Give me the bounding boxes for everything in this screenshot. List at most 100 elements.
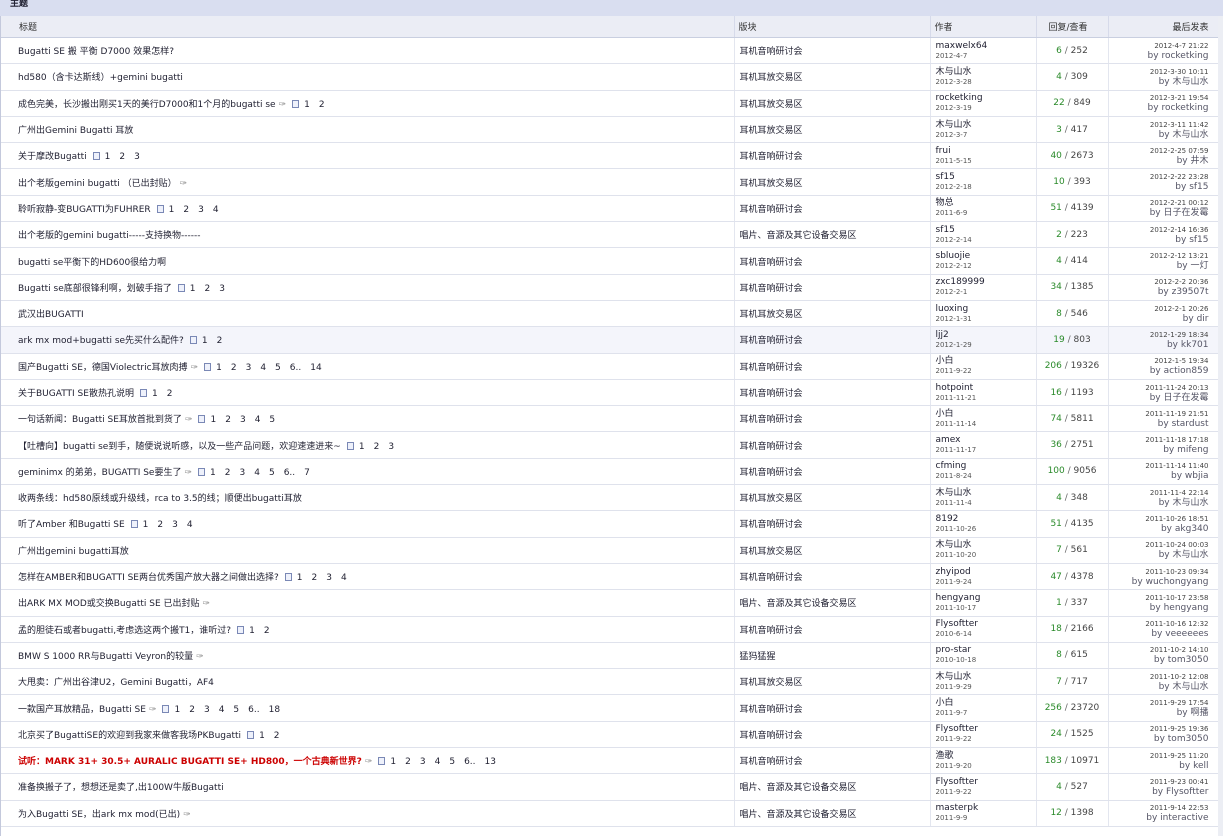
page-link[interactable]: 13: [485, 757, 496, 767]
board-link[interactable]: 耳机音响研讨会: [740, 468, 803, 478]
author-link[interactable]: luoxing: [936, 304, 1036, 314]
page-link[interactable]: 1: [210, 468, 216, 478]
page-link[interactable]: 6..: [284, 468, 295, 478]
board-link[interactable]: 耳机耳放交易区: [740, 179, 803, 189]
page-link[interactable]: 5: [275, 363, 281, 373]
thread-title-link[interactable]: hd580（含卡达斯线）+gemini bugatti: [18, 73, 183, 83]
board-link[interactable]: 耳机音响研讨会: [740, 705, 803, 715]
author-link[interactable]: zhyipod: [936, 567, 1036, 577]
last-poster-link[interactable]: sf15: [1189, 182, 1208, 192]
page-link[interactable]: 2: [264, 626, 270, 636]
thread-title-link[interactable]: 关于BUGATTI SE散热孔说明: [18, 389, 134, 399]
last-post-date[interactable]: 2011-9-14 22:53: [1109, 803, 1209, 813]
page-link[interactable]: 1: [249, 626, 255, 636]
author-link[interactable]: 木与山水: [936, 120, 1036, 130]
page-link[interactable]: 1: [202, 336, 208, 346]
page-link[interactable]: 2: [157, 520, 163, 530]
board-link[interactable]: 耳机耳放交易区: [740, 100, 803, 110]
page-link[interactable]: 3: [198, 205, 204, 215]
author-link[interactable]: sf15: [936, 172, 1036, 182]
last-post-date[interactable]: 2011-11-4 22:14: [1109, 488, 1209, 498]
page-link[interactable]: 2: [189, 705, 195, 715]
page-link[interactable]: 3: [240, 415, 246, 425]
last-poster-link[interactable]: kk701: [1181, 340, 1209, 350]
page-link[interactable]: 1: [169, 205, 175, 215]
page-link[interactable]: 4: [187, 520, 193, 530]
board-link[interactable]: 耳机音响研讨会: [740, 731, 803, 741]
board-link[interactable]: 耳机耳放交易区: [740, 310, 803, 320]
column-header-board[interactable]: 版块: [734, 16, 931, 38]
page-link[interactable]: 5: [269, 468, 275, 478]
last-post-date[interactable]: 2012-4-7 21:22: [1109, 41, 1208, 51]
last-post-date[interactable]: 2011-10-26 18:51: [1109, 514, 1208, 524]
author-link[interactable]: 小白: [936, 698, 1036, 708]
thread-title-link[interactable]: 武汉出BUGATTI: [18, 310, 84, 320]
last-post-date[interactable]: 2011-10-2 12:08: [1109, 672, 1209, 682]
thread-title-link[interactable]: ark mx mod+bugatti se先买什么配件?: [18, 336, 184, 346]
board-link[interactable]: 耳机音响研讨会: [740, 520, 803, 530]
author-link[interactable]: masterpk: [936, 803, 1036, 813]
column-header-replies[interactable]: 回复/查看: [1036, 16, 1109, 38]
last-post-date[interactable]: 2012-1-29 18:34: [1109, 330, 1209, 340]
page-link[interactable]: 5: [269, 415, 275, 425]
page-link[interactable]: 3: [219, 284, 225, 294]
last-post-date[interactable]: 2012-2-22 23:28: [1109, 172, 1209, 182]
last-poster-link[interactable]: 木与山水: [1172, 550, 1208, 560]
author-link[interactable]: hotpoint: [936, 383, 1036, 393]
last-post-date[interactable]: 2011-9-25 11:20: [1109, 751, 1209, 761]
author-link[interactable]: 木与山水: [936, 67, 1036, 77]
column-header-title[interactable]: 标题: [1, 16, 735, 38]
thread-title-link[interactable]: 成色完美，长沙搬出刚买1天的美行D7000和1个月的bugatti se: [18, 100, 276, 110]
last-post-date[interactable]: 2011-9-25 19:36: [1109, 724, 1209, 734]
page-link[interactable]: 4: [254, 468, 260, 478]
last-poster-link[interactable]: 一灯: [1190, 261, 1208, 271]
page-link[interactable]: 1: [359, 442, 365, 452]
page-link[interactable]: 3: [134, 152, 140, 162]
page-link[interactable]: 2: [405, 757, 411, 767]
page-link[interactable]: 2: [274, 731, 280, 741]
page-link[interactable]: 2: [225, 415, 231, 425]
page-link[interactable]: 1: [152, 389, 158, 399]
last-poster-link[interactable]: 井木: [1190, 156, 1208, 166]
last-poster-link[interactable]: 啊播: [1190, 708, 1208, 718]
last-poster-link[interactable]: kell: [1193, 761, 1208, 771]
thread-title-link[interactable]: 收两条线：hd580原线或升级线，rca to 3.5的线；顺便出bugatti…: [18, 494, 302, 504]
last-poster-link[interactable]: veeeeees: [1165, 629, 1208, 639]
page-link[interactable]: 2: [312, 573, 318, 583]
last-poster-link[interactable]: sf15: [1189, 235, 1208, 245]
thread-title-link[interactable]: 关于摩改Bugatti: [18, 152, 87, 162]
page-link[interactable]: 4: [260, 363, 266, 373]
last-poster-link[interactable]: 木与山水: [1172, 498, 1208, 508]
board-link[interactable]: 耳机音响研讨会: [740, 152, 803, 162]
thread-title-link[interactable]: 一款国产耳放精品，Bugatti SE: [18, 705, 146, 715]
last-post-date[interactable]: 2012-2-12 13:21: [1109, 251, 1209, 261]
author-link[interactable]: 小白: [936, 409, 1036, 419]
page-link[interactable]: 3: [246, 363, 252, 373]
last-post-date[interactable]: 2011-11-19 21:51: [1109, 409, 1208, 419]
page-link[interactable]: 6..: [290, 363, 301, 373]
page-link[interactable]: 18: [269, 705, 280, 715]
thread-title-link[interactable]: 怎样在AMBER和BUGATTI SE两台优秀国产放大器之间做出选择?: [18, 573, 279, 583]
page-link[interactable]: 4: [341, 573, 347, 583]
last-poster-link[interactable]: akg340: [1175, 524, 1209, 534]
board-link[interactable]: 耳机耳放交易区: [740, 547, 803, 557]
board-link[interactable]: 耳机耳放交易区: [740, 494, 803, 504]
author-link[interactable]: sbluojie: [936, 251, 1036, 261]
thread-title-link[interactable]: bugatti se平衡下的HD600很给力啊: [18, 258, 166, 268]
board-link[interactable]: 唱片、音源及其它设备交易区: [740, 783, 857, 793]
last-post-date[interactable]: 2011-11-24 20:13: [1109, 383, 1208, 393]
board-link[interactable]: 耳机耳放交易区: [740, 73, 803, 83]
thread-title-link[interactable]: 听了Amber 和Bugatti SE: [18, 520, 125, 530]
board-link[interactable]: 耳机耳放交易区: [740, 126, 803, 136]
thread-title-link[interactable]: Bugatti se底部很锋利啊，划破手指了: [18, 284, 172, 294]
page-link[interactable]: 2: [205, 284, 211, 294]
author-link[interactable]: 渔歌: [936, 751, 1036, 761]
author-link[interactable]: pro-star: [936, 645, 1036, 655]
page-link[interactable]: 2: [167, 389, 173, 399]
thread-title-link[interactable]: 出个老版gemini bugatti （已出封贴）: [18, 179, 177, 189]
board-link[interactable]: 猛犸猛猩: [740, 652, 776, 662]
board-link[interactable]: 耳机音响研讨会: [740, 47, 803, 57]
last-post-date[interactable]: 2012-1-5 19:34: [1109, 356, 1208, 366]
page-link[interactable]: 1: [297, 573, 303, 583]
thread-title-link[interactable]: 孟的胆徒石或者bugatti,考虑选这两个搬T1，谁听过?: [18, 626, 231, 636]
